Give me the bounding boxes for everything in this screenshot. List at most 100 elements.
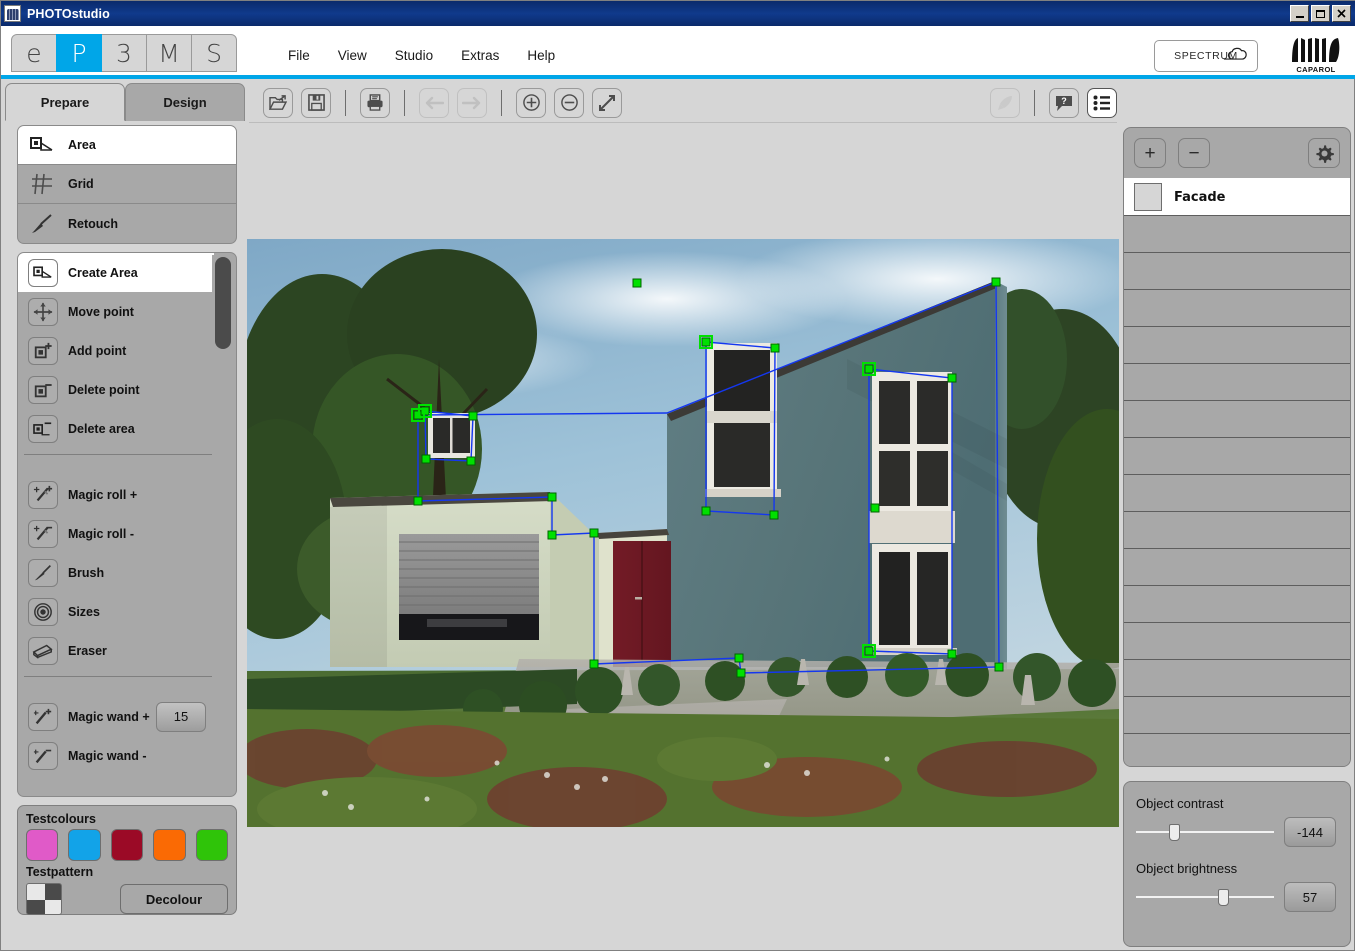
layer-row[interactable]: [1124, 363, 1350, 400]
tool-delete-area-label: Delete area: [68, 421, 135, 436]
redo-button[interactable]: [457, 87, 487, 118]
layer-row[interactable]: [1124, 326, 1350, 363]
object-brightness-slider[interactable]: [1136, 886, 1274, 908]
undo-button[interactable]: [419, 87, 449, 118]
menu-file[interactable]: File: [274, 46, 324, 65]
mode-tab-3[interactable]: 3: [101, 34, 147, 72]
print-icon: [367, 94, 383, 111]
layer-list: Facade: [1124, 178, 1350, 766]
zoom-out-button[interactable]: [554, 87, 584, 118]
brush-icon: [28, 558, 58, 587]
spectrum-logo[interactable]: SPECTRUM: [1154, 40, 1258, 72]
layer-row[interactable]: [1124, 622, 1350, 659]
layer-row[interactable]: [1124, 511, 1350, 548]
open-button[interactable]: [263, 87, 293, 118]
toolbar-divider-4: [1034, 89, 1035, 116]
tools-scrollbar-thumb[interactable]: [215, 257, 231, 349]
object-contrast-value[interactable]: -144: [1284, 817, 1336, 847]
maximize-button[interactable]: [1311, 5, 1330, 22]
tool-create-area-label: Create Area: [68, 265, 138, 280]
testcolour-swatch-4[interactable]: [153, 829, 186, 861]
tab-prepare[interactable]: Prepare: [5, 83, 125, 121]
remove-layer-button[interactable]: −: [1178, 138, 1210, 168]
window-title: PHOTOstudio: [27, 6, 110, 21]
photo-viewport[interactable]: [247, 239, 1119, 827]
menu-extras[interactable]: Extras: [447, 46, 513, 65]
object-contrast-slider[interactable]: [1136, 821, 1274, 843]
magic-wand-tolerance-input[interactable]: 15: [156, 701, 206, 732]
help-button[interactable]: ?: [1049, 87, 1079, 118]
tool-magic-roll-minus[interactable]: Magic roll -: [18, 514, 214, 553]
tab-design[interactable]: Design: [125, 83, 245, 121]
tool-magic-wand-plus-label: Magic wand +: [68, 709, 150, 724]
testcolour-swatch-3[interactable]: [110, 829, 144, 861]
decolour-button[interactable]: Decolour: [120, 884, 228, 914]
zoom-in-button[interactable]: [516, 87, 546, 118]
tool-eraser[interactable]: Eraser: [18, 631, 214, 670]
layer-row[interactable]: [1124, 548, 1350, 585]
object-brightness-value[interactable]: 57: [1284, 882, 1336, 912]
add-layer-button[interactable]: +: [1134, 138, 1166, 168]
layer-row[interactable]: [1124, 696, 1350, 733]
testpattern-swatch[interactable]: [26, 883, 62, 915]
tool-area[interactable]: Area: [18, 126, 236, 165]
canvas-area[interactable]: [247, 123, 1119, 947]
menu-studio[interactable]: Studio: [381, 46, 447, 65]
tool-magic-wand-plus[interactable]: Magic wand + 15: [18, 697, 214, 736]
layer-row[interactable]: [1124, 215, 1350, 252]
tool-brush[interactable]: Brush: [18, 553, 214, 592]
slider-knob[interactable]: [1169, 824, 1180, 841]
tool-move-point[interactable]: Move point: [18, 292, 214, 331]
menu-view[interactable]: View: [324, 46, 381, 65]
mode-tab-p[interactable]: P: [56, 34, 102, 72]
tool-area-label: Area: [68, 138, 96, 152]
tools-scrollbar[interactable]: [212, 255, 234, 794]
layer-settings-button[interactable]: [1308, 138, 1340, 168]
testcolour-swatch-5[interactable]: [195, 829, 229, 861]
tool-add-point[interactable]: Add point: [18, 331, 214, 370]
layer-row[interactable]: [1124, 289, 1350, 326]
grid-icon: [28, 171, 56, 197]
menu-help[interactable]: Help: [513, 46, 569, 65]
tool-retouch[interactable]: Retouch: [18, 204, 236, 243]
fit-screen-button[interactable]: [592, 87, 622, 118]
tool-grid[interactable]: Grid: [18, 165, 236, 204]
layer-row[interactable]: [1124, 659, 1350, 696]
rocket-button[interactable]: [990, 87, 1020, 118]
zoom-out-icon: [560, 94, 578, 111]
layer-row[interactable]: [1124, 437, 1350, 474]
tool-create-area[interactable]: Create Area: [18, 253, 214, 292]
layer-row[interactable]: [1124, 252, 1350, 289]
layer-row[interactable]: [1124, 474, 1350, 511]
tool-move-point-label: Move point: [68, 304, 134, 319]
mode-tab-m[interactable]: M: [146, 34, 192, 72]
layer-row-facade[interactable]: Facade: [1124, 178, 1350, 215]
mode-tab-s[interactable]: S: [191, 34, 237, 72]
close-button[interactable]: [1332, 5, 1351, 22]
tool-delete-point[interactable]: Delete point: [18, 370, 214, 409]
layer-row[interactable]: [1124, 585, 1350, 622]
magic-roll-plus-icon: [28, 480, 58, 509]
testcolour-swatch-1[interactable]: [26, 829, 59, 861]
tool-magic-wand-minus[interactable]: Magic wand -: [18, 736, 214, 775]
object-brightness-row: 57: [1136, 882, 1338, 912]
layer-colour-chip[interactable]: [1134, 183, 1162, 211]
save-button[interactable]: [301, 87, 331, 118]
slider-knob[interactable]: [1218, 889, 1229, 906]
tool-magic-roll-plus[interactable]: Magic roll +: [18, 475, 214, 514]
toolbar-divider-1: [345, 89, 346, 116]
menu-items: File View Studio Extras Help: [274, 46, 569, 65]
tool-sizes[interactable]: Sizes: [18, 592, 214, 631]
list-button[interactable]: [1087, 87, 1117, 118]
mode-tab-e[interactable]: e: [11, 34, 57, 72]
magic-wand-plus-icon: [28, 702, 58, 731]
layer-row[interactable]: [1124, 400, 1350, 437]
delete-point-icon: [28, 375, 58, 404]
tool-delete-area[interactable]: Delete area: [18, 409, 214, 448]
print-button[interactable]: [360, 87, 390, 118]
layer-toolbar: + −: [1124, 128, 1350, 178]
layer-row[interactable]: [1124, 733, 1350, 766]
testcolour-swatch-2[interactable]: [68, 829, 101, 861]
minimize-button[interactable]: [1290, 5, 1309, 22]
tools-scroll-area: Create Area Move point Add point Delete …: [17, 252, 237, 797]
